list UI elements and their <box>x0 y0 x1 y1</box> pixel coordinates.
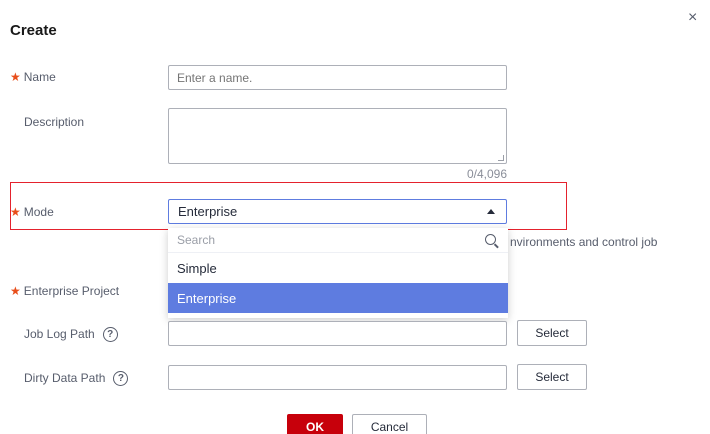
mode-select-value: Enterprise <box>178 204 238 219</box>
help-icon[interactable]: ? <box>102 327 118 343</box>
cancel-button[interactable]: Cancel <box>352 414 427 434</box>
mode-select[interactable]: Enterprise <box>168 199 507 224</box>
dropdown-option-simple[interactable]: Simple <box>168 253 508 283</box>
help-icon[interactable]: ? <box>113 371 129 387</box>
mode-hint-text: nvironments and control job <box>510 235 658 249</box>
enterprise-project-label: ★ Enterprise Project <box>10 284 119 298</box>
dirty-data-path-label: Dirty Data Path? <box>24 371 129 387</box>
job-log-path-label: Job Log Path? <box>24 327 118 343</box>
job-log-path-select-button[interactable]: Select <box>517 320 587 346</box>
mode-label: ★ Mode <box>10 205 54 219</box>
dirty-data-path-label-text: Dirty Data Path <box>24 371 106 385</box>
dialog-title: Create <box>10 22 57 39</box>
mode-dropdown: Search Simple Enterprise <box>168 228 508 318</box>
job-log-path-label-text: Job Log Path <box>24 327 95 341</box>
name-label-text: Name <box>23 70 56 84</box>
description-label: Description <box>24 115 85 129</box>
close-icon[interactable]: × <box>688 10 697 26</box>
name-label: ★ Name <box>10 70 56 84</box>
dropdown-search-placeholder: Search <box>177 233 216 247</box>
required-asterisk: ★ <box>10 284 21 298</box>
dirty-data-path-input[interactable] <box>168 365 507 390</box>
required-asterisk: ★ <box>10 205 21 219</box>
mode-label-text: Mode <box>23 205 54 219</box>
search-icon[interactable] <box>485 234 496 245</box>
resize-handle-icon[interactable] <box>498 155 504 161</box>
dropdown-search[interactable]: Search <box>168 228 508 253</box>
description-counter: 0/4,096 <box>466 167 507 181</box>
dirty-data-path-select-button[interactable]: Select <box>517 364 587 390</box>
dropdown-option-enterprise[interactable]: Enterprise <box>168 283 508 313</box>
description-textarea[interactable] <box>168 108 507 164</box>
ok-button[interactable]: OK <box>287 414 343 434</box>
enterprise-project-label-text: Enterprise Project <box>23 284 120 298</box>
caret-up-icon <box>487 209 495 214</box>
required-asterisk: ★ <box>10 70 21 84</box>
name-input[interactable] <box>168 65 507 90</box>
job-log-path-input[interactable] <box>168 321 507 346</box>
